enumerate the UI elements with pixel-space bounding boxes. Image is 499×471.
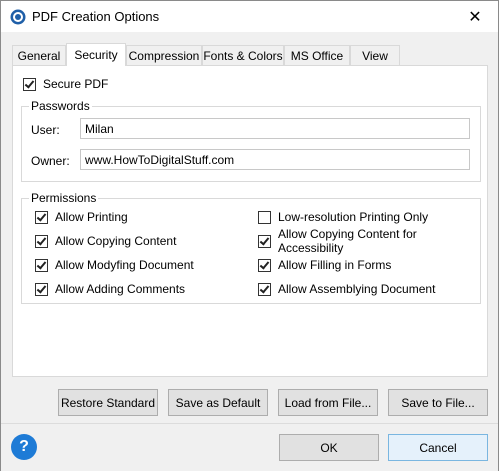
allow-copying-accessibility-label: Allow Copying Content for Accessibility xyxy=(278,227,417,255)
close-button[interactable]: ✕ xyxy=(452,1,498,32)
checkbox-unchecked-icon xyxy=(258,210,271,224)
tab-security[interactable]: Security xyxy=(66,43,126,66)
checkbox-checked-icon xyxy=(35,282,48,296)
checkbox-checked-icon xyxy=(258,258,271,272)
checkbox-checked-icon xyxy=(35,258,48,272)
user-label: User: xyxy=(31,123,60,137)
allow-copying-checkbox[interactable]: Allow Copying Content xyxy=(35,233,176,249)
help-icon[interactable]: ? xyxy=(11,434,37,460)
low-resolution-printing-label: Low-resolution Printing Only xyxy=(278,210,429,224)
owner-password-field[interactable]: www.HowToDigitalStuff.com xyxy=(80,149,470,170)
tab-compression[interactable]: Compression xyxy=(126,45,202,65)
save-to-file-button[interactable]: Save to File... xyxy=(388,389,488,416)
load-from-file-button[interactable]: Load from File... xyxy=(278,389,378,416)
save-as-default-button[interactable]: Save as Default xyxy=(168,389,268,416)
restore-standard-button[interactable]: Restore Standard xyxy=(58,389,158,416)
window-title: PDF Creation Options xyxy=(32,9,160,24)
app-icon xyxy=(10,9,26,25)
checkbox-checked-icon xyxy=(23,77,36,91)
title-bar: PDF Creation Options ✕ xyxy=(1,1,498,32)
secure-pdf-checkbox[interactable]: Secure PDF xyxy=(23,76,108,92)
tab-fonts-colors[interactable]: Fonts & Colors xyxy=(202,45,284,65)
checkbox-checked-icon xyxy=(35,234,48,248)
tab-general[interactable]: General xyxy=(12,45,66,65)
ok-button[interactable]: OK xyxy=(279,434,379,461)
allow-adding-comments-checkbox[interactable]: Allow Adding Comments xyxy=(35,281,185,297)
allow-filling-forms-checkbox[interactable]: Allow Filling in Forms xyxy=(258,257,391,273)
allow-adding-comments-label: Allow Adding Comments xyxy=(55,282,186,296)
pdf-creation-options-dialog: PDF Creation Options ✕ General Security … xyxy=(0,0,499,471)
owner-label: Owner: xyxy=(31,154,70,168)
close-icon: ✕ xyxy=(468,8,482,26)
permissions-group: Permissions Allow Printing Allow Copying… xyxy=(21,191,481,304)
allow-printing-label: Allow Printing xyxy=(55,210,128,224)
cancel-button[interactable]: Cancel xyxy=(388,434,488,461)
passwords-group: Passwords User: Milan Owner: www.HowToDi… xyxy=(21,99,481,182)
allow-copying-accessibility-checkbox[interactable]: Allow Copying Content for Accessibility xyxy=(258,227,480,255)
checkbox-checked-icon xyxy=(258,234,271,248)
allow-modifying-label: Allow Modyfing Document xyxy=(55,258,194,272)
allow-assembling-label: Allow Assemblying Document xyxy=(278,282,436,296)
allow-modifying-checkbox[interactable]: Allow Modyfing Document xyxy=(35,257,194,273)
checkbox-checked-icon xyxy=(35,210,48,224)
allow-assembling-checkbox[interactable]: Allow Assemblying Document xyxy=(258,281,435,297)
low-resolution-printing-checkbox[interactable]: Low-resolution Printing Only xyxy=(258,209,428,225)
allow-printing-checkbox[interactable]: Allow Printing xyxy=(35,209,128,225)
allow-filling-forms-label: Allow Filling in Forms xyxy=(278,258,392,272)
tab-view[interactable]: View xyxy=(350,45,400,65)
checkbox-checked-icon xyxy=(258,282,271,296)
dialog-footer: ? OK Cancel xyxy=(1,423,498,471)
secure-pdf-label: Secure PDF xyxy=(43,77,109,91)
passwords-group-label: Passwords xyxy=(29,99,92,113)
tab-ms-office[interactable]: MS Office xyxy=(284,45,350,65)
allow-copying-label: Allow Copying Content xyxy=(55,234,177,248)
user-password-field[interactable]: Milan xyxy=(80,118,470,139)
security-tab-panel: Secure PDF Passwords User: Milan Owner: … xyxy=(12,65,488,377)
permissions-group-label: Permissions xyxy=(29,191,99,205)
